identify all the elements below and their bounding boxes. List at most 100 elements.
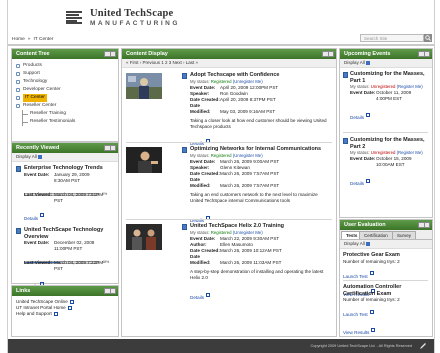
recent-item: Enterprise Technology Trends Event Date:… <box>16 165 116 225</box>
search-input[interactable]: Search Site <box>360 34 424 42</box>
content-tree-header: Content Tree <box>12 49 118 59</box>
evaluation-display-all[interactable]: Display All <box>340 240 432 249</box>
external-link-icon <box>40 213 45 218</box>
content-item-title[interactable]: Adopt Techscape with Confidence <box>190 72 330 79</box>
item-divider <box>126 142 332 143</box>
tab-survey[interactable]: Survey <box>392 231 417 239</box>
date-created: March 26, 2009 10:12AM PST <box>220 248 282 253</box>
recent-item: United TechScape Technology Overview Eve… <box>16 227 116 293</box>
site-header: United TechScape MANUFACTURING <box>8 0 434 33</box>
content-display-header: Content Display <box>122 49 336 59</box>
document-icon <box>182 224 187 230</box>
user-evaluation-header: User Evaluation <box>340 220 432 230</box>
item-divider <box>343 280 428 281</box>
content-thumbnail[interactable] <box>126 224 162 250</box>
recently-viewed-display-all[interactable]: Display All <box>12 153 118 162</box>
link-item[interactable]: Help and Support <box>16 311 114 317</box>
event-date: March 22, 2009 9:30AM PST <box>220 236 280 241</box>
details-link[interactable]: Details <box>24 216 38 221</box>
links-header: Links <box>12 286 118 296</box>
launch-test-link[interactable]: Launch Test <box>343 274 368 279</box>
register-link[interactable]: (Register Me) <box>397 84 423 89</box>
status-badge: Unregistered <box>370 84 396 89</box>
panel-control-icon[interactable] <box>322 51 334 57</box>
upcoming-events-display-all[interactable]: Display All <box>340 59 432 68</box>
status-badge: Registered <box>210 79 232 84</box>
unregister-link[interactable]: (Unregister Me) <box>233 79 263 84</box>
filter-icon <box>38 154 43 159</box>
external-link-icon <box>69 299 74 304</box>
tree-item-developer-center[interactable]: Developer Center <box>16 86 114 94</box>
status-badge: Registered <box>210 230 232 235</box>
speaker-name: Glenn Kitewan <box>220 165 250 170</box>
external-link-icon <box>206 292 211 297</box>
view-results-link[interactable]: View Results <box>343 330 369 335</box>
upcoming-events-header: Upcoming Events <box>340 49 432 59</box>
search-icon[interactable] <box>424 34 432 42</box>
panel-control-icon[interactable] <box>418 222 430 228</box>
tree-item-it-center[interactable]: IT Center <box>16 94 114 102</box>
recently-viewed-header: Recently Viewed <box>12 143 118 153</box>
recently-viewed-panel: Recently Viewed Display All Enterprise T… <box>11 142 119 289</box>
register-link[interactable]: (Register Me) <box>397 150 423 155</box>
content-item-title[interactable]: Optimizing Networks for Internal Communi… <box>190 146 330 153</box>
evaluation-item: Automation Controller Certification Exam… <box>343 284 429 339</box>
panel-control-icon[interactable] <box>104 288 116 294</box>
content-item: Adopt Techscape with Confidence My statu… <box>122 71 336 146</box>
filter-icon <box>366 60 371 65</box>
item-divider <box>126 219 332 220</box>
content-thumbnail[interactable] <box>126 147 162 173</box>
event-date: October 15, 2009 10:00AM EST <box>376 156 412 167</box>
details-link[interactable]: Details <box>350 115 364 120</box>
brand-tagline: MANUFACTURING <box>90 20 180 27</box>
header-divider <box>8 44 434 46</box>
unregister-link[interactable]: (Unregister Me) <box>233 230 263 235</box>
content-item: Optimizing Networks for Internal Communi… <box>122 145 336 223</box>
breadcrumb: Home» IT Center <box>12 37 53 42</box>
pagination[interactable]: « First ‹ Previous 1 2 3 Next › Last » <box>122 59 336 68</box>
panel-control-icon[interactable] <box>104 51 116 57</box>
tree-item-reseller-center[interactable]: Reseller Center <box>16 102 114 110</box>
pen-icon[interactable] <box>419 342 427 350</box>
panel-control-icon[interactable] <box>418 51 430 57</box>
tree-item-products[interactable]: Products <box>16 62 114 70</box>
event-title[interactable]: Customizing for the Masses, Part 1 <box>343 71 429 84</box>
content-item-description: Taking an end customers network to the n… <box>190 192 318 203</box>
tree-item-reseller-training[interactable]: Reseller Training <box>16 110 114 118</box>
page: United TechScape MANUFACTURING Home» IT C… <box>7 0 435 353</box>
tree-item-support[interactable]: Support <box>16 70 114 78</box>
content-tree-panel: Content Tree Products Support Technology… <box>11 48 119 142</box>
date-modified: March 26, 2009 7:57AM PST <box>220 183 280 188</box>
status-badge: Unregistered <box>370 150 396 155</box>
date-modified: May 03, 2009 9:16AM PST <box>220 109 276 114</box>
panel-control-icon[interactable] <box>104 145 116 151</box>
content-display-panel: Content Display « First ‹ Previous 1 2 3… <box>121 48 337 337</box>
tab-certification[interactable]: Certification <box>359 231 393 239</box>
document-icon <box>182 147 187 153</box>
launch-test-link[interactable]: Launch Test <box>343 312 368 317</box>
external-link-icon <box>366 178 371 183</box>
tree-item-technology[interactable]: Technology <box>16 78 114 86</box>
event-date: April 20, 2009 12:00PM PST <box>220 85 279 90</box>
document-icon <box>343 138 348 144</box>
content-item: United TechSpace Helix 2.0 Training My s… <box>122 222 336 302</box>
breadcrumb-home[interactable]: Home <box>12 37 25 42</box>
event-title[interactable]: Customizing for the Masses, Part 2 <box>343 137 429 150</box>
tree-item-reseller-testimonials[interactable]: Reseller Testimonials <box>16 118 114 126</box>
recent-item-last-viewed: March 04, 2009 7:22PM PST <box>54 260 104 271</box>
external-link-icon <box>67 305 72 310</box>
date-created: March 26, 2009 7:57AM PST <box>220 171 280 176</box>
content-thumbnail[interactable] <box>126 73 162 99</box>
details-link[interactable]: Details <box>350 181 364 186</box>
date-created: April 20, 2009 8:37PM PST <box>220 97 276 102</box>
tree-node-icon <box>16 88 20 92</box>
recent-item-event-date: January 29, 2009 8:30AM PST <box>54 171 90 183</box>
unregister-link[interactable]: (Unregister Me) <box>233 153 263 158</box>
event-item: Customizing for the Masses, Part 1 My st… <box>343 71 429 124</box>
document-icon <box>343 72 348 78</box>
recent-item-title[interactable]: United TechScape Technology Overview <box>16 227 116 240</box>
date-modified: March 26, 2009 11:03AM PST <box>220 260 282 265</box>
details-link[interactable]: Details <box>190 295 204 300</box>
content-item-title[interactable]: United TechSpace Helix 2.0 Training <box>190 223 330 230</box>
event-item: Customizing for the Masses, Part 2 My st… <box>343 137 429 190</box>
